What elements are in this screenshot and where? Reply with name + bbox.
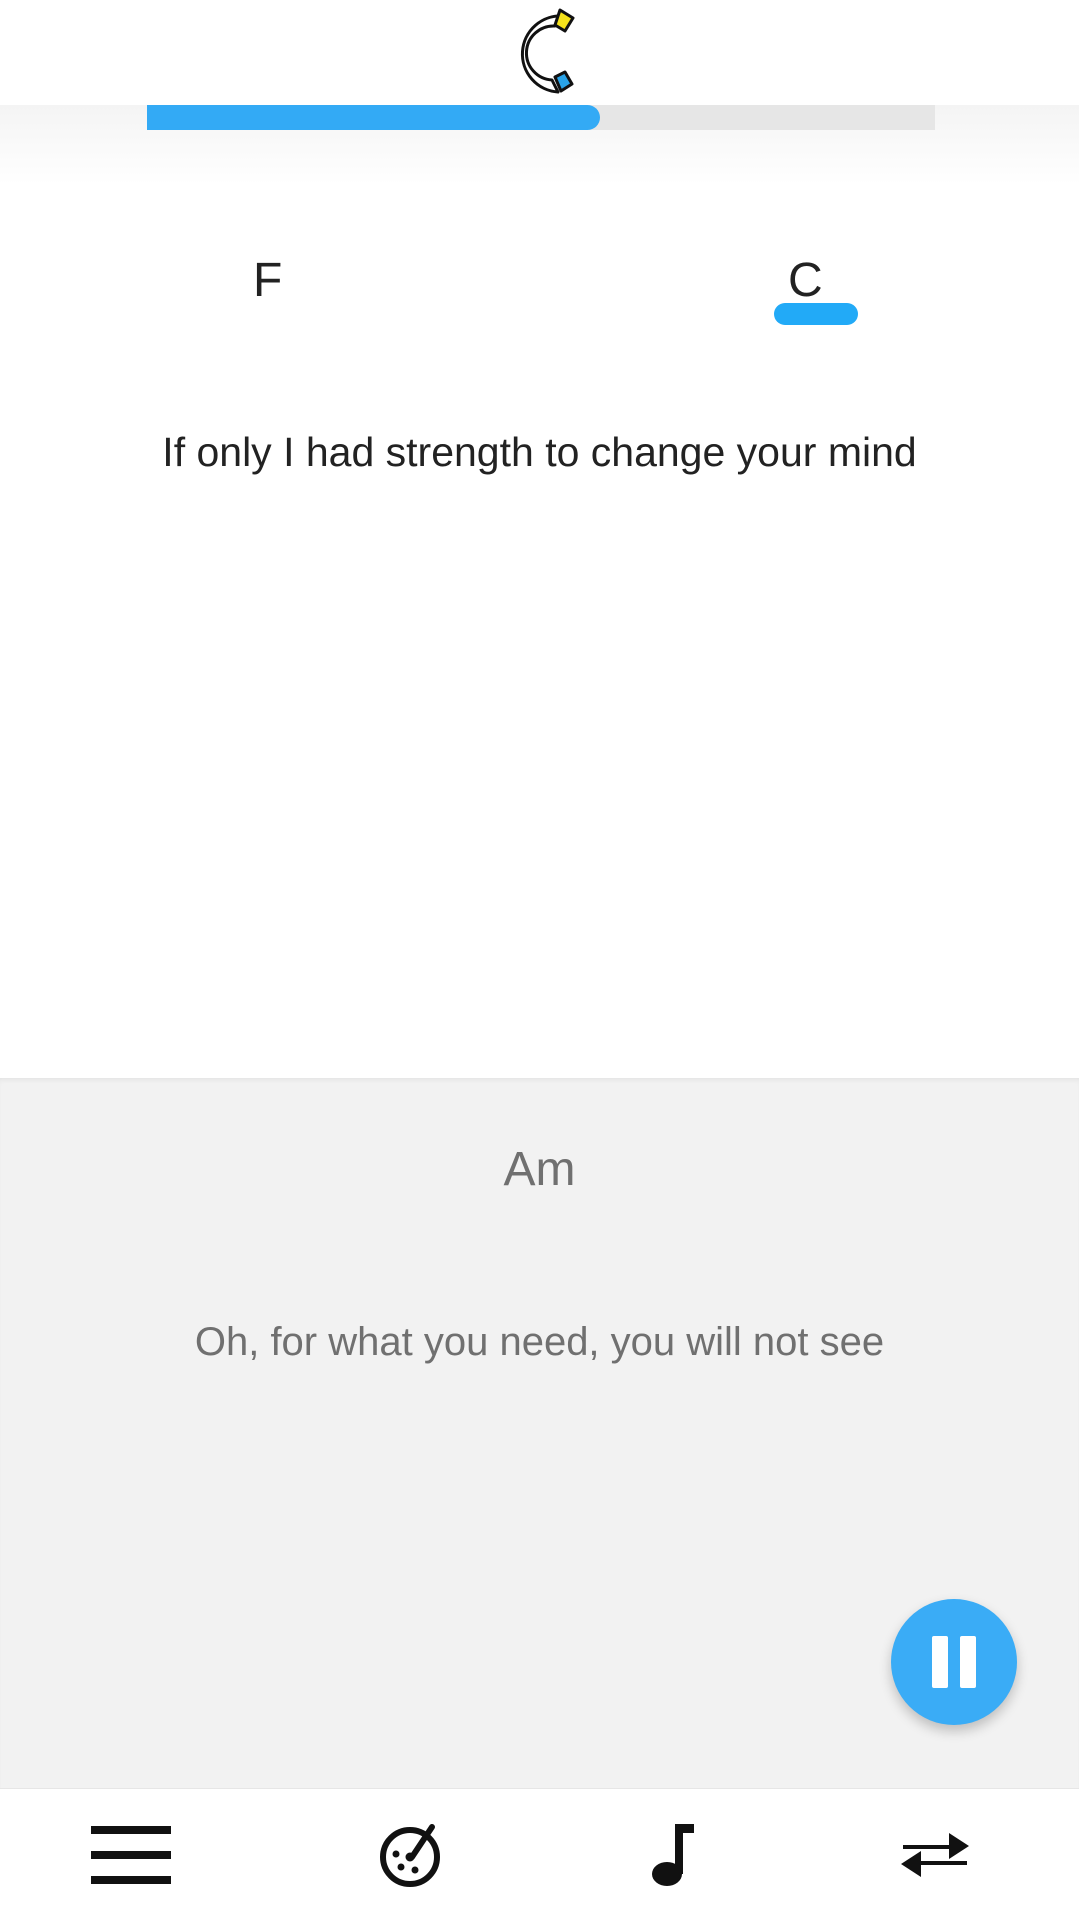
pause-button[interactable] [891,1599,1017,1725]
app-header [0,0,1079,105]
app: F C If only I had strength to change you… [0,0,1079,1919]
current-line-panel: F C If only I had strength to change you… [0,185,1079,1078]
chord-label: F [253,254,283,307]
metronome-icon [380,1823,440,1887]
chord-label-active: C [788,254,823,307]
next-chord-label: Am [503,1143,576,1196]
logo-yellow-segment [553,8,575,33]
swap-arrows-icon [901,1832,969,1877]
song-button[interactable] [602,1789,742,1919]
current-lyric-line: If only I had strength to change your mi… [162,429,917,475]
metronome-button[interactable] [340,1789,480,1919]
menu-button[interactable] [61,1789,201,1919]
song-progress-bar[interactable] [147,105,935,130]
pause-icon-bar-left [932,1636,948,1688]
app-logo [520,8,575,94]
active-chord-indicator [774,303,858,325]
music-note-icon [652,1823,694,1886]
menu-icon [91,1825,171,1884]
next-lyric-line: Oh, for what you need, you will not see [194,1320,885,1364]
song-progress-fill [147,105,601,130]
pause-icon-bar-right [960,1636,976,1688]
bottom-toolbar [0,1788,1079,1919]
swap-button[interactable] [865,1789,1005,1919]
